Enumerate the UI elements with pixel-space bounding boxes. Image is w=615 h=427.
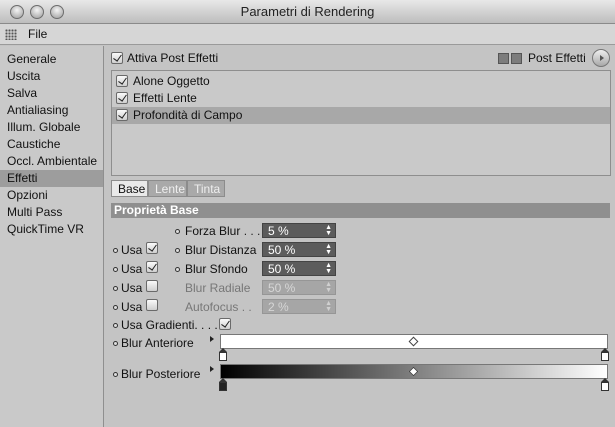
play-icon	[600, 55, 604, 61]
autofocus-use-checkbox[interactable]	[146, 299, 158, 311]
gradient-start-knob[interactable]	[219, 348, 227, 361]
autofocus-dots: . .	[241, 300, 252, 314]
blur-sfondo-label: Blur Sfondo	[185, 262, 248, 276]
sidebar-item-occl-ambientale[interactable]: Occl. Ambientale	[0, 153, 103, 170]
sidebar-item-generale[interactable]: Generale	[0, 51, 103, 68]
sidebar: Generale Uscita Salva Antialiasing Illum…	[0, 46, 104, 427]
tab-base[interactable]: Base	[111, 180, 148, 197]
animation-bullet[interactable]	[113, 372, 118, 377]
blur-distanza-field[interactable]: 50 % ▲ ▼	[262, 242, 336, 257]
animation-bullet[interactable]	[113, 286, 118, 291]
list-item[interactable]: Profondità di Campo	[112, 107, 610, 124]
activate-post-effects-checkbox[interactable]	[111, 52, 123, 64]
sidebar-item-salva[interactable]: Salva	[0, 85, 103, 102]
animation-bullet[interactable]	[175, 229, 180, 234]
stepper-arrows-icon[interactable]: ▲ ▼	[325, 300, 332, 313]
gradient-end-knob[interactable]	[601, 378, 609, 391]
animation-bullet[interactable]	[113, 248, 118, 253]
forza-blur-value: 5 %	[268, 224, 289, 238]
effect-label: Profondità di Campo	[133, 108, 243, 122]
animation-bullet[interactable]	[113, 341, 118, 346]
blur-radiale-label: Blur Radiale	[185, 281, 251, 295]
effect-label: Effetti Lente	[133, 91, 197, 105]
effect-checkbox[interactable]	[116, 92, 128, 104]
animation-bullet[interactable]	[113, 323, 118, 328]
forza-blur-label: Forza Blur . . .	[185, 224, 260, 238]
usa-gradienti-label: Usa Gradienti. . . .	[121, 318, 218, 332]
autofocus-label: Autofocus . .	[185, 300, 252, 314]
grip-icon[interactable]	[5, 29, 17, 40]
blur-radiale-use-checkbox[interactable]	[146, 280, 158, 292]
use-label: Usa	[121, 243, 143, 257]
autofocus-field[interactable]: 2 % ▲ ▼	[262, 299, 336, 314]
sidebar-item-opzioni[interactable]: Opzioni	[0, 187, 103, 204]
effect-checkbox[interactable]	[116, 75, 128, 87]
section-title: Proprietà Base	[111, 203, 610, 218]
sidebar-item-caustiche[interactable]: Caustiche	[0, 136, 103, 153]
animation-bullet[interactable]	[113, 305, 118, 310]
post-effects-menu-button[interactable]	[592, 49, 610, 67]
expand-arrow-icon[interactable]	[210, 366, 214, 372]
blur-radiale-value: 50 %	[268, 281, 296, 295]
activate-post-effects-label: Attiva Post Effetti	[127, 51, 219, 65]
menu-bar: File	[0, 24, 615, 45]
sidebar-item-illum-globale[interactable]: Illum. Globale	[0, 119, 103, 136]
blur-posteriore-label: Blur Posteriore	[121, 367, 201, 381]
blur-distanza-value: 50 %	[268, 243, 296, 257]
stepper-arrows-icon[interactable]: ▲ ▼	[325, 281, 332, 294]
main-panel: Attiva Post Effetti Post Effetti Alone O…	[105, 46, 615, 427]
blur-distanza-use-checkbox[interactable]	[146, 242, 158, 254]
use-label: Usa	[121, 281, 143, 295]
blur-sfondo-value: 50 %	[268, 262, 296, 276]
render-settings-window: Parametri di Rendering File Generale Usc…	[0, 0, 615, 427]
forza-blur-text: Forza Blur	[185, 224, 241, 238]
list-item[interactable]: Alone Oggetto	[112, 73, 610, 90]
arrow-up-icon[interactable]	[498, 53, 509, 64]
stepper-arrows-icon[interactable]: ▲ ▼	[325, 262, 332, 275]
stepper-arrows-icon[interactable]: ▲ ▼	[325, 243, 332, 256]
animation-bullet[interactable]	[175, 248, 180, 253]
gradient-start-knob[interactable]	[219, 378, 227, 391]
animation-bullet[interactable]	[175, 267, 180, 272]
use-label: Usa	[121, 262, 143, 276]
forza-blur-field[interactable]: 5 % ▲ ▼	[262, 223, 336, 238]
post-effects-label: Post Effetti	[528, 51, 586, 65]
effects-list: Alone Oggetto Effetti Lente Profondità d…	[111, 70, 611, 176]
list-item[interactable]: Effetti Lente	[112, 90, 610, 107]
window-title: Parametri di Rendering	[240, 4, 375, 19]
title-bar: Parametri di Rendering	[0, 0, 615, 24]
blur-sfondo-field[interactable]: 50 % ▲ ▼	[262, 261, 336, 276]
sidebar-item-antialiasing[interactable]: Antialiasing	[0, 102, 103, 119]
usa-gradienti-checkbox[interactable]	[219, 318, 231, 330]
blur-radiale-field[interactable]: 50 % ▲ ▼	[262, 280, 336, 295]
expand-arrow-icon[interactable]	[210, 336, 214, 342]
usa-gradienti-text: Usa Gradienti	[121, 318, 195, 332]
autofocus-value: 2 %	[268, 300, 289, 314]
sidebar-item-multi-pass[interactable]: Multi Pass	[0, 204, 103, 221]
blur-distanza-label: Blur Distanza	[185, 243, 257, 257]
stepper-arrows-icon[interactable]: ▲ ▼	[325, 224, 332, 237]
effect-label: Alone Oggetto	[133, 74, 210, 88]
gradient-end-knob[interactable]	[601, 348, 609, 361]
arrow-down-icon[interactable]	[511, 53, 522, 64]
forza-blur-dots: . . .	[243, 224, 261, 238]
autofocus-text: Autofocus	[185, 300, 239, 314]
animation-bullet[interactable]	[113, 267, 118, 272]
blur-anteriore-label: Blur Anteriore	[121, 336, 194, 350]
blur-sfondo-use-checkbox[interactable]	[146, 261, 158, 273]
effect-checkbox[interactable]	[116, 109, 128, 121]
sidebar-item-uscita[interactable]: Uscita	[0, 68, 103, 85]
sidebar-item-quicktime-vr[interactable]: QuickTime VR	[0, 221, 103, 238]
tab-lente[interactable]: Lente	[148, 180, 187, 197]
menu-file[interactable]: File	[28, 27, 47, 41]
use-label: Usa	[121, 300, 143, 314]
sidebar-item-effetti[interactable]: Effetti	[0, 170, 103, 187]
usa-gradienti-dots: . . . .	[194, 318, 218, 332]
tab-tinta[interactable]: Tinta	[187, 180, 225, 197]
